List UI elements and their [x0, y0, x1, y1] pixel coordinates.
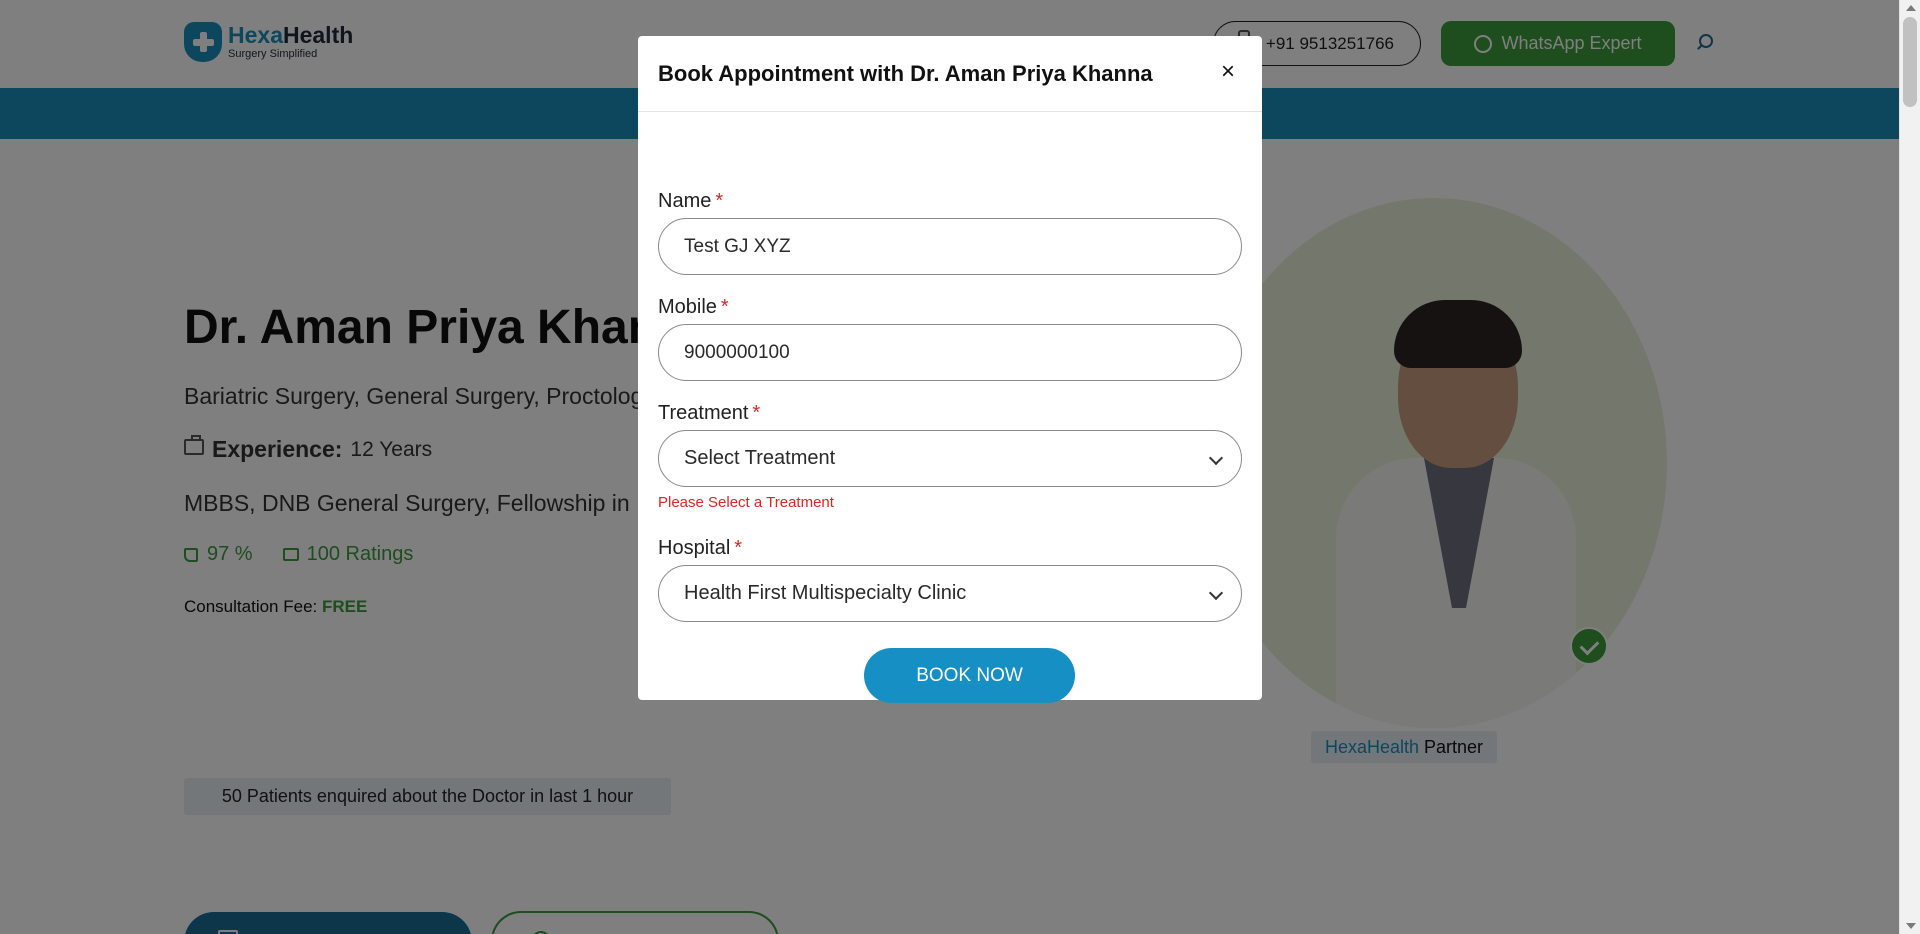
name-label-text: Name — [658, 190, 712, 212]
mobile-label-text: Mobile — [658, 296, 717, 318]
hospital-select-value: Health First Multispecialty Clinic — [684, 582, 967, 604]
required-marker: * — [734, 537, 743, 559]
modal-title: Book Appointment with Dr. Aman Priya Kha… — [658, 60, 1153, 86]
mobile-input[interactable]: 9000000100 — [658, 324, 1242, 381]
treatment-select[interactable]: Select Treatment — [658, 430, 1242, 487]
chevron-down-icon — [1208, 585, 1224, 601]
treatment-select-value: Select Treatment — [684, 447, 836, 469]
required-marker: * — [715, 190, 724, 212]
hospital-select[interactable]: Health First Multispecialty Clinic — [658, 565, 1242, 622]
close-icon[interactable]: × — [1214, 58, 1242, 86]
required-marker: * — [752, 402, 761, 424]
hospital-label: Hospital * — [658, 537, 742, 560]
book-now-button[interactable]: BOOK NOW — [864, 648, 1075, 703]
treatment-label: Treatment * — [658, 402, 760, 425]
name-input[interactable]: Test GJ XYZ — [658, 218, 1242, 275]
book-appointment-modal: Book Appointment with Dr. Aman Priya Kha… — [638, 36, 1262, 703]
scroll-up-icon[interactable] — [1906, 5, 1916, 11]
name-label: Name * — [658, 190, 723, 213]
scroll-thumb[interactable] — [1903, 17, 1917, 107]
hospital-label-text: Hospital — [658, 537, 731, 559]
mobile-label: Mobile * — [658, 296, 729, 319]
treatment-label-text: Treatment — [658, 402, 749, 424]
chevron-down-icon — [1208, 450, 1224, 466]
required-marker: * — [720, 296, 729, 318]
treatment-error: Please Select a Treatment — [658, 494, 834, 511]
modal-header: Book Appointment with Dr. Aman Priya Kha… — [638, 36, 1262, 112]
scroll-down-icon[interactable] — [1906, 923, 1916, 929]
page-scrollbar[interactable] — [1899, 0, 1920, 934]
